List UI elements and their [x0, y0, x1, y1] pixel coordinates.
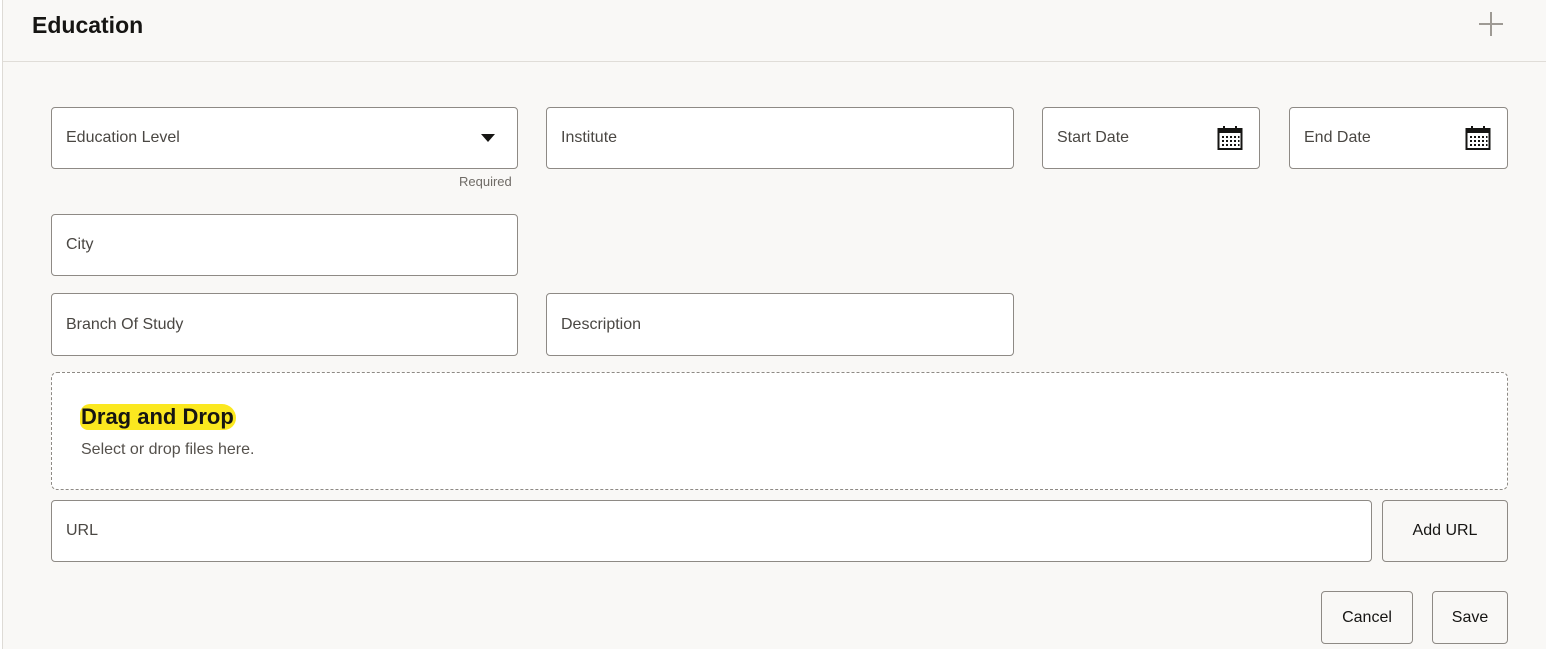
url-label: URL [66, 522, 99, 539]
start-date-field[interactable]: Start Date [1042, 107, 1260, 169]
dropzone-subtitle: Select or drop files here. [81, 441, 255, 458]
description-label: Description [561, 315, 642, 333]
city-label: City [66, 236, 94, 253]
branch-of-study-label: Branch Of Study [66, 315, 184, 333]
caret-down-icon[interactable] [481, 134, 495, 142]
save-button[interactable]: Save [1432, 591, 1508, 644]
education-level-select[interactable]: Education Level [51, 107, 518, 169]
description-field[interactable]: Description [546, 293, 1014, 356]
cancel-button[interactable]: Cancel [1321, 591, 1413, 644]
file-dropzone[interactable]: Drag and Drop Select or drop files here. [51, 372, 1508, 490]
dropzone-title: Drag and Drop [80, 404, 236, 430]
education-level-label: Education Level [66, 129, 180, 146]
plus-icon[interactable] [1477, 10, 1505, 38]
url-field[interactable]: URL [51, 500, 1372, 562]
education-panel: Education Education Level Required Insti… [2, 0, 1546, 649]
branch-of-study-field[interactable]: Branch Of Study [51, 293, 518, 356]
city-field[interactable]: City [51, 214, 518, 276]
calendar-icon[interactable] [1217, 125, 1243, 151]
panel-header: Education [3, 0, 1546, 62]
start-date-label: Start Date [1057, 129, 1130, 146]
education-level-required-hint: Required [459, 174, 512, 189]
end-date-label: End Date [1304, 129, 1371, 146]
calendar-icon[interactable] [1465, 125, 1491, 151]
section-title: Education [32, 12, 144, 38]
add-url-button[interactable]: Add URL [1382, 500, 1508, 562]
institute-field[interactable]: Institute [546, 107, 1014, 169]
end-date-field[interactable]: End Date [1289, 107, 1508, 169]
institute-label: Institute [561, 129, 618, 146]
